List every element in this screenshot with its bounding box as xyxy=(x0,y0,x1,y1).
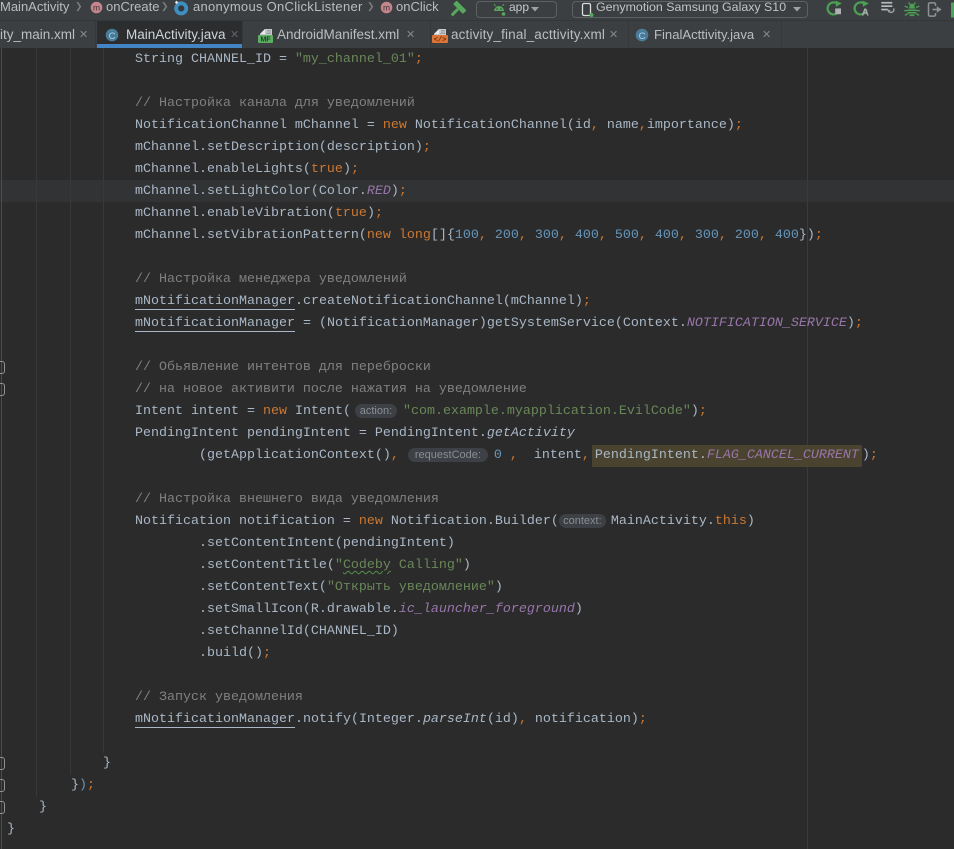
svg-text:A: A xyxy=(862,8,869,19)
svg-text:</>: </> xyxy=(434,37,447,44)
svg-text:C: C xyxy=(639,31,646,42)
svg-text:MF: MF xyxy=(260,37,271,44)
svg-text:C: C xyxy=(109,31,116,42)
svg-text:m: m xyxy=(93,3,100,13)
svg-text:m: m xyxy=(383,3,390,13)
